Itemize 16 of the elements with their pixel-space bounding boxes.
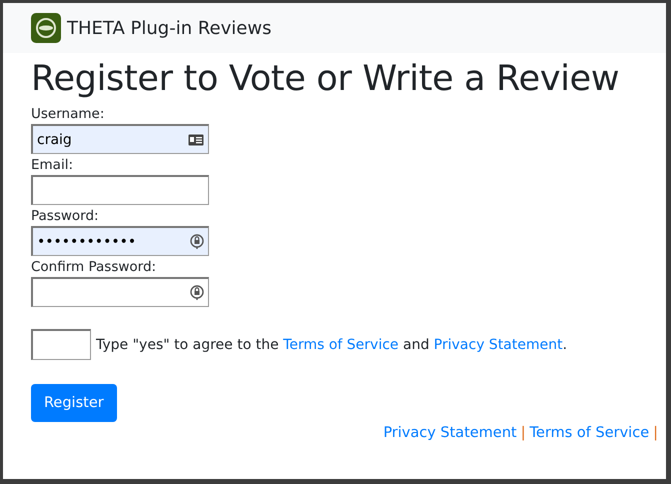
input-field[interactable]: •••••••••••• bbox=[31, 226, 209, 256]
footer-link[interactable]: Privacy Statement bbox=[383, 425, 517, 441]
brand-title[interactable]: THETA Plug-in Reviews bbox=[67, 18, 272, 38]
footer-link[interactable]: Terms of Service bbox=[530, 425, 650, 441]
register-button[interactable]: Register bbox=[31, 384, 117, 422]
privacy-link[interactable]: Privacy Statement bbox=[434, 336, 563, 352]
terms-link[interactable]: Terms of Service bbox=[283, 336, 399, 352]
field-label: Email: bbox=[31, 156, 74, 175]
field-label: Password: bbox=[31, 207, 100, 226]
page-heading: Register to Vote or Write a Review bbox=[31, 59, 620, 99]
separator: | bbox=[653, 425, 658, 441]
field-label: Username: bbox=[31, 105, 106, 124]
input-field[interactable]: craig bbox=[31, 124, 209, 154]
separator: | bbox=[520, 425, 526, 441]
agree-text: Type "yes" to agree to the Terms of Service and Privacy Statement. bbox=[96, 336, 568, 352]
field-label: Confirm Password: bbox=[31, 258, 158, 277]
